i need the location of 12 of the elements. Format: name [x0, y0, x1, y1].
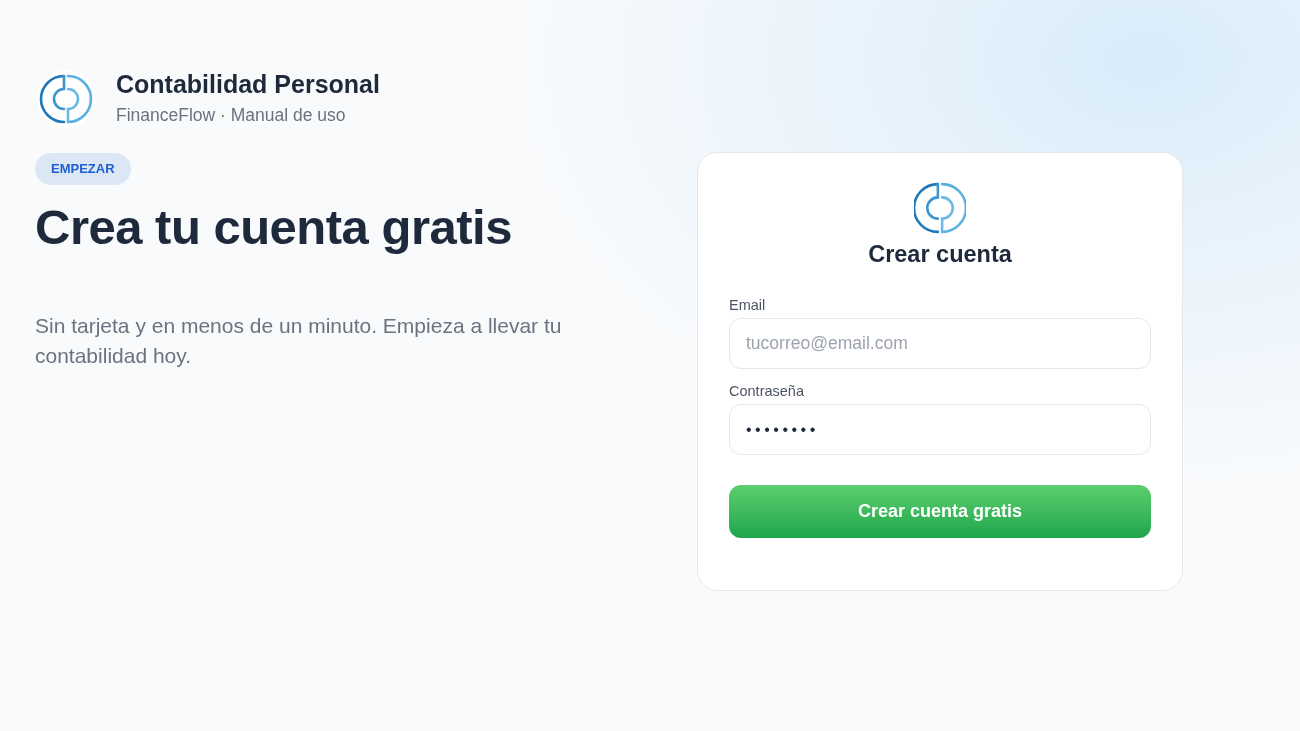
form-title: Crear cuenta — [868, 240, 1012, 268]
input-field[interactable]: •••••••• — [729, 404, 1151, 455]
description-text: Sin tarjeta y en menos de un minuto. Empieza a llevar tu contabilidad hoy. — [35, 313, 563, 369]
brand-subtitle: FinanceFlow · Manual de uso — [116, 103, 347, 126]
field-label: Email — [729, 296, 767, 314]
page-heading: Crea tu cuenta gratis — [35, 199, 512, 255]
section-badge: EMPEZAR — [35, 153, 131, 185]
brand-title: Contabilidad Personal — [116, 68, 380, 99]
input-field[interactable]: tucorreo@email.com — [729, 318, 1151, 369]
logo-icon — [37, 70, 95, 128]
field-label: Contraseña — [729, 382, 805, 400]
logo-icon — [914, 182, 966, 234]
